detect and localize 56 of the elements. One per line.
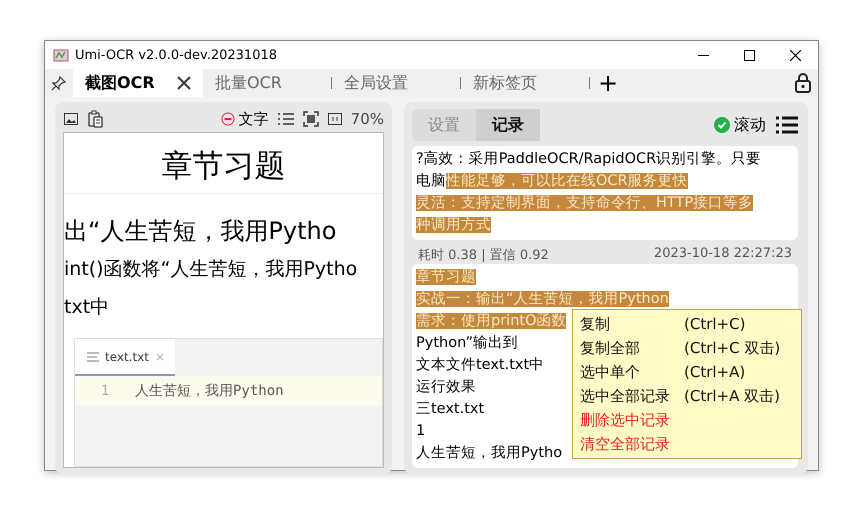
clipboard-icon[interactable] [87, 110, 103, 128]
preview-text: 章节习题 [64, 133, 383, 194]
record-text: 人生苦短，我用Pytho [416, 445, 562, 461]
record-text: 需求：使用printO函数 [416, 313, 566, 329]
lines-icon [87, 352, 99, 362]
record-text: 章节习题 [416, 269, 476, 285]
record-text: Python”输出到 [416, 335, 518, 351]
menu-icon[interactable] [776, 116, 798, 134]
maximize-icon [744, 50, 754, 60]
zoom-level: 70% [350, 110, 384, 128]
window-title: Umi-OCR v2.0.0-dev.20231018 [75, 48, 278, 62]
record-text: 种调用方式 [416, 217, 491, 233]
scroll-checkbox[interactable]: 滚动 [714, 114, 766, 136]
list-icon[interactable] [276, 112, 295, 126]
preview-text: int()函数将“人生苦短，我用Pytho [64, 257, 358, 282]
actual-size-icon[interactable] [326, 111, 343, 127]
line-number: 1 [100, 383, 110, 399]
editor-tab-label: text.txt [105, 350, 150, 364]
preview-text: 出“人生苦短，我用Pytho [64, 216, 338, 247]
record-time: 2023-10-18 22:27:23 [654, 246, 792, 262]
fit-screen-icon[interactable] [302, 111, 319, 127]
lock-icon[interactable] [794, 73, 812, 93]
record-stats: 耗时 0.38 | 置信 0.92 [418, 247, 549, 262]
tab[interactable]: 新标签页 [461, 69, 589, 97]
tab[interactable]: 批量OCR [203, 69, 331, 97]
record-text: 运行效果 [416, 379, 476, 395]
record-text: 文本文件text.txt中 [416, 357, 544, 373]
code-line: 人生苦短，我用Python [135, 382, 284, 400]
record-text: ?高效：采用PaddleOCR/RapidOCR识别引擎。只要 [416, 151, 762, 167]
record-text: 三text.txt [416, 401, 484, 417]
record-text: 灵活：支持定制界面，支持命令行、HTTP接口等多 [416, 195, 754, 211]
tab[interactable]: 截图OCR [73, 69, 203, 97]
tab[interactable]: 记录 [476, 109, 540, 141]
editor-tab-close: × [155, 350, 166, 364]
menu-item[interactable]: 删除选中记录 [573, 408, 801, 432]
minus-circle-icon [220, 112, 235, 126]
menu-item[interactable]: 复制全部 (Ctrl+C 双击) [573, 336, 801, 360]
record-text: 实战一：输出“人生苦短，我用Python [416, 291, 669, 307]
menu-item[interactable]: 清空全部记录 [573, 432, 801, 456]
menu-item[interactable]: 选中单个 (Ctrl+A) [573, 360, 801, 384]
menu-item[interactable]: 选中全部记录 (Ctrl+A 双击) [573, 384, 801, 408]
tab[interactable]: 全局设置 [332, 69, 460, 97]
record-text: 1 [416, 423, 426, 439]
record-text: 性能足够，可以比在线OCR服务更快 [446, 173, 688, 189]
add-tab-button[interactable]: + [590, 69, 626, 97]
record-text: 电脑 [416, 173, 446, 189]
minimize-icon [698, 54, 708, 56]
image-icon[interactable] [63, 111, 79, 127]
menu-item[interactable]: 复制 (Ctrl+C) [573, 312, 801, 336]
close-icon [790, 50, 800, 60]
pin-icon[interactable] [51, 75, 67, 91]
close-icon[interactable] [177, 76, 191, 90]
checkmark-icon [717, 120, 727, 130]
app-logo-icon [53, 48, 69, 62]
preview-text: txt中 [64, 295, 110, 320]
text-toggle[interactable]: 文字 [220, 110, 269, 128]
